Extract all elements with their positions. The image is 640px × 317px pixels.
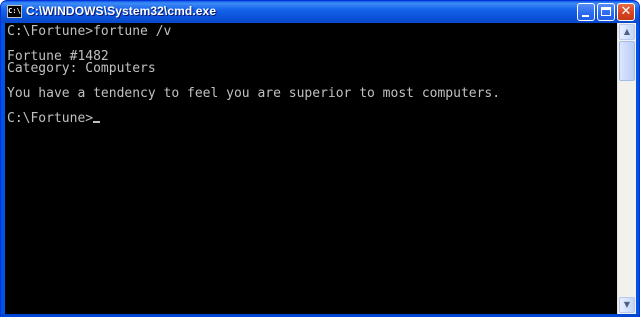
close-icon: ✕ — [620, 4, 632, 19]
maximize-button[interactable] — [597, 3, 615, 21]
cmd-prompt-icon[interactable]: C:\ — [7, 5, 22, 18]
close-button[interactable]: ✕ — [617, 3, 635, 21]
console-text: C:\Fortune>fortune /v Fortune #1482 Catego… — [5, 23, 617, 125]
minimize-button[interactable] — [577, 3, 595, 21]
console-output[interactable]: C:\Fortune>fortune /v Fortune #1482 Catego… — [5, 23, 617, 314]
scroll-down-button[interactable]: ▼ — [619, 297, 635, 313]
minimize-icon — [582, 15, 589, 17]
console-line-fortune-text: You have a tendency to feel you are supe… — [7, 85, 501, 101]
vertical-scrollbar[interactable]: ▲ ▼ — [617, 23, 636, 314]
text-cursor — [93, 120, 101, 123]
window-title: C:\WINDOWS\System32\cmd.exe — [26, 4, 217, 18]
scroll-up-button[interactable]: ▲ — [619, 24, 635, 40]
maximize-icon — [601, 7, 611, 16]
arrow-down-icon: ▼ — [623, 300, 631, 309]
console-prompt-line[interactable]: C:\Fortune> — [7, 110, 617, 126]
console-line-blank — [7, 100, 617, 112]
console-line-category: Category: Computers — [7, 61, 156, 77]
arrow-up-icon: ▲ — [623, 27, 631, 36]
console-line-command: C:\Fortune>fortune /v — [7, 24, 172, 39]
console-prompt: C:\Fortune> — [7, 110, 94, 126]
title-bar[interactable]: C:\ C:\WINDOWS\System32\cmd.exe ✕ — [1, 1, 639, 23]
scrollbar-thumb[interactable] — [619, 41, 635, 81]
cmd-window: C:\ C:\WINDOWS\System32\cmd.exe ✕ C:\For… — [0, 0, 640, 317]
